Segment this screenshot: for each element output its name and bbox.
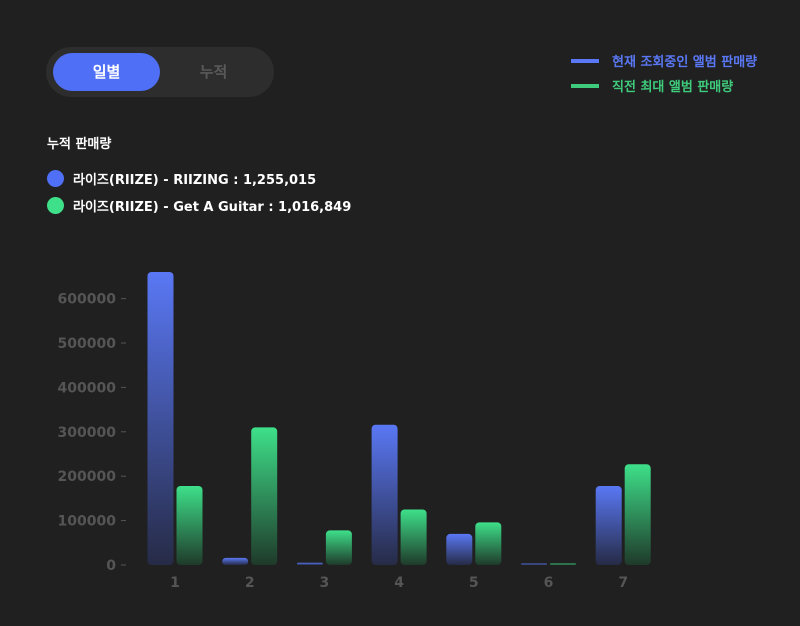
bar-current[interactable] — [521, 563, 547, 566]
bar-previous[interactable] — [251, 427, 278, 565]
y-tick-label: 300000 — [58, 425, 117, 441]
bar-current[interactable] — [147, 271, 174, 565]
bar-previous[interactable] — [325, 530, 352, 565]
y-axis: 0 100000 200000 300000 400000 500000 600000 — [58, 292, 126, 574]
y-tick-label: 200000 — [58, 469, 117, 485]
x-tick-label: 5 — [469, 575, 479, 591]
x-tick-label: 7 — [618, 575, 628, 591]
bar-current[interactable] — [296, 562, 323, 565]
bar-previous[interactable] — [400, 509, 427, 566]
bar-previous[interactable] — [176, 485, 203, 565]
bar-chart: 0 100000 200000 300000 400000 500000 600000 1 2… — [58, 271, 651, 591]
bars — [147, 271, 651, 566]
y-tick-label: 500000 — [58, 336, 117, 352]
x-tick-label: 4 — [394, 575, 404, 591]
y-tick-label: 100000 — [58, 514, 117, 530]
x-axis: 1 2 3 4 5 6 7 — [170, 575, 628, 591]
bar-current[interactable] — [446, 533, 473, 565]
bar-previous[interactable] — [624, 464, 651, 565]
bar-current[interactable] — [222, 557, 249, 565]
y-tick-label: 0 — [106, 558, 116, 574]
y-tick-label: 400000 — [58, 380, 117, 396]
bar-current[interactable] — [595, 485, 622, 565]
bar-current[interactable] — [371, 424, 398, 565]
x-tick-label: 1 — [170, 575, 180, 591]
bar-previous[interactable] — [550, 563, 576, 566]
y-tick-label: 600000 — [58, 292, 117, 308]
x-tick-label: 2 — [245, 575, 255, 591]
x-tick-label: 3 — [320, 575, 330, 591]
bar-previous[interactable] — [475, 522, 502, 565]
x-tick-label: 6 — [544, 575, 554, 591]
